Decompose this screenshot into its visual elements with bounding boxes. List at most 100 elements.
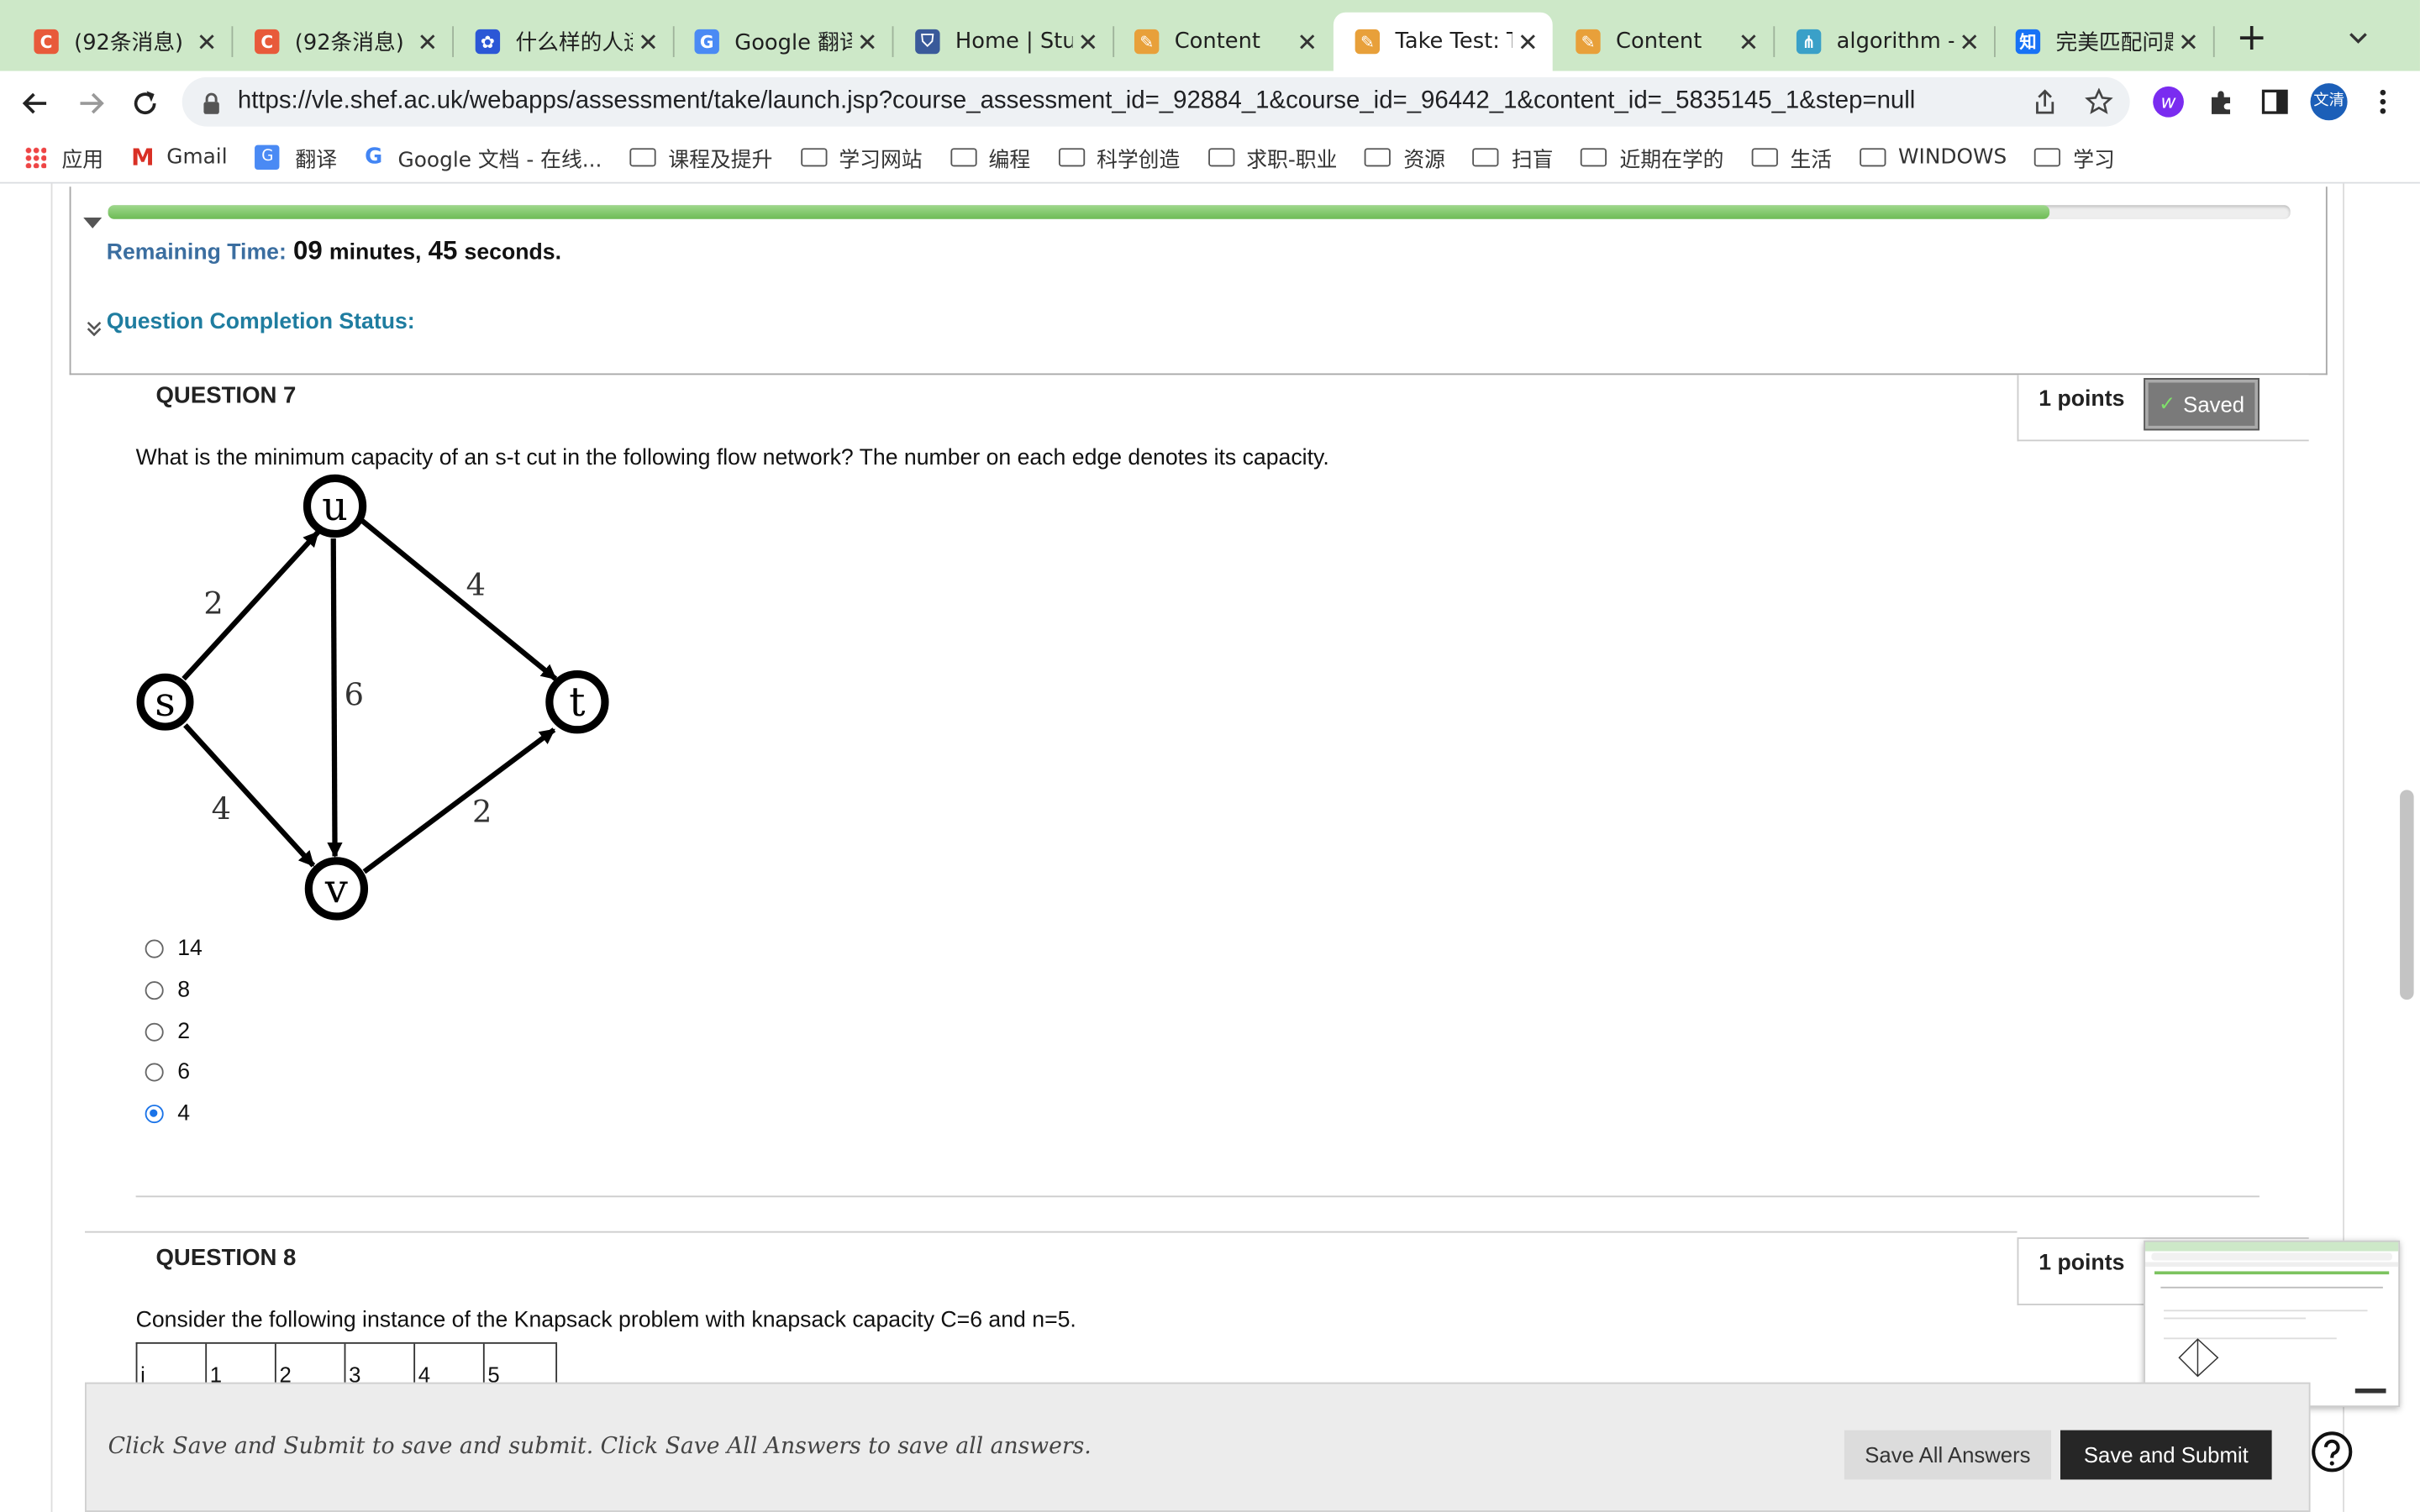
new-tab-button[interactable]: + [2233, 18, 2270, 55]
radio-button[interactable] [145, 1022, 164, 1042]
address-bar[interactable]: https://vle.shef.ac.uk/webapps/assessmen… [182, 76, 2130, 127]
close-tab-icon[interactable]: ✕ [2173, 27, 2204, 56]
extensions-puzzle-icon[interactable] [2207, 87, 2238, 118]
timer-progress-fill [108, 205, 2050, 219]
bookmark-label: Google 文档 - 在线... [397, 148, 602, 173]
radio-button[interactable] [145, 1063, 164, 1082]
answer-option-label: 6 [177, 1059, 191, 1085]
answer-option[interactable]: 6 [145, 1060, 190, 1084]
bookmark-item[interactable]: WINDOWS [1860, 145, 2007, 170]
table-header-cell: 2 [276, 1343, 346, 1388]
table-header-cell: 5 [485, 1343, 558, 1388]
bookmark-item[interactable]: 应用 [24, 142, 103, 173]
close-tab-icon[interactable]: ✕ [1512, 27, 1544, 56]
folder-icon [950, 148, 976, 167]
edge-label-s-u: 2 [203, 585, 223, 622]
timer-panel: Remaining Time: 09 minutes, 45 seconds. … [69, 186, 2328, 375]
reload-icon[interactable] [128, 87, 161, 120]
back-icon[interactable] [18, 87, 52, 120]
lock-icon[interactable] [203, 91, 221, 114]
scrollbar-thumb[interactable] [2400, 790, 2414, 1000]
tab-title: Content [1616, 29, 1702, 55]
close-tab-icon[interactable]: ✕ [1073, 27, 1104, 56]
answer-option-label: 14 [177, 936, 203, 962]
bookmark-star-icon[interactable] [2085, 87, 2113, 116]
tab-6[interactable]: ✎ Content ✕ [1113, 13, 1332, 71]
close-tab-icon[interactable]: ✕ [852, 27, 883, 56]
bookmark-item[interactable]: 学习 [2034, 142, 2115, 173]
answer-option[interactable]: 14 [145, 937, 203, 961]
question-7-points-box: 1 points ✓ Saved [2017, 375, 2309, 442]
folder-icon [1365, 148, 1392, 167]
close-tab-icon[interactable]: ✕ [192, 27, 223, 56]
bookmark-item[interactable]: M Gmail [131, 144, 227, 171]
tab-10[interactable]: 知完美匹配问题 ✕ [1994, 13, 2215, 71]
side-panel-icon[interactable] [2261, 88, 2289, 116]
google-translate-icon: G [255, 144, 281, 171]
edge-v-t [362, 727, 556, 874]
bookmark-item[interactable]: G 翻译 [255, 142, 337, 173]
tab-8[interactable]: ✎ Content ✕ [1555, 13, 1776, 71]
bookmark-item[interactable]: 扫盲 [1473, 142, 1554, 173]
save-all-answers-button[interactable]: Save All Answers [1844, 1430, 2051, 1480]
save-and-submit-button[interactable]: Save and Submit [2060, 1430, 2272, 1480]
bookmark-item[interactable]: 学习网站 [800, 142, 923, 173]
bookmark-item[interactable]: 求职-职业 [1207, 142, 1337, 173]
forward-icon[interactable] [74, 87, 108, 120]
tab-search-chevron-icon[interactable] [2343, 22, 2374, 53]
tab-7[interactable]: ✎ Take Test: T ✕ [1333, 12, 1553, 71]
bookmark-item[interactable]: 资源 [1365, 142, 1445, 173]
question-completion-status-link[interactable]: Question Completion Status: [107, 310, 415, 334]
tab-4[interactable]: G Google 翻译 ✕ [673, 13, 894, 71]
folder-icon [1860, 148, 1886, 167]
tab-5[interactable]: ⛉ Home | Stud✕ [893, 13, 1115, 71]
pencil-icon: ✎ [1134, 29, 1160, 55]
radio-button[interactable] [145, 939, 164, 958]
tab-3[interactable]: ✿ 什么样的人运 ✕ [454, 13, 675, 71]
edge-s-v [183, 723, 316, 868]
answer-option[interactable]: 4 [145, 1101, 190, 1126]
close-tab-icon[interactable]: ✕ [633, 27, 664, 56]
bookmark-item[interactable]: 近期在学的 [1581, 142, 1723, 173]
share-icon[interactable] [2031, 88, 2059, 116]
extension-purple-icon[interactable]: w [2153, 86, 2184, 118]
folder-icon [1581, 148, 1607, 167]
answer-option[interactable]: 2 [145, 1020, 190, 1044]
profile-avatar[interactable]: 文清 [2310, 83, 2348, 121]
pencil-icon: ✎ [1355, 29, 1381, 55]
timer-progress-track [108, 205, 2291, 219]
url-text[interactable]: https://vle.shef.ac.uk/webapps/assessmen… [238, 88, 1915, 116]
submit-footer: Click Save and Submit to save and submit… [85, 1382, 2311, 1512]
bookmark-item[interactable]: 生活 [1751, 142, 1832, 173]
question-8-points: 1 points [2039, 1251, 2125, 1276]
question-divider [135, 1195, 2260, 1198]
radio-button[interactable] [145, 1105, 164, 1124]
close-tab-icon[interactable]: ✕ [1954, 27, 1985, 56]
radio-button[interactable] [145, 981, 164, 1000]
bookmark-label: 翻译 [295, 148, 338, 173]
answer-option[interactable]: 8 [145, 978, 191, 1003]
edge-u-t [359, 517, 558, 681]
tab-2[interactable]: C (92条消息) · ✕ [233, 13, 454, 71]
close-tab-icon[interactable]: ✕ [412, 27, 443, 56]
expand-chevron-icon[interactable] [87, 315, 102, 337]
tab-title: algorithm - [1836, 29, 1954, 55]
tab-1[interactable]: C (92条消息) ✕ [13, 13, 234, 71]
bookmark-label: 编程 [988, 148, 1031, 173]
help-icon[interactable] [2311, 1431, 2354, 1473]
table-header-cell: 1 [207, 1343, 276, 1388]
answer-option-label: 8 [177, 978, 191, 1003]
bookmark-item[interactable]: 科学创造 [1058, 142, 1180, 173]
bookmark-item[interactable]: 编程 [950, 142, 1031, 173]
menu-kebab-icon[interactable] [2369, 87, 2396, 118]
tab-9[interactable]: ⋔ algorithm - ✕ [1775, 13, 1996, 71]
bookmark-item[interactable]: 课程及提升 [629, 142, 772, 173]
answer-option-label: 2 [177, 1020, 191, 1045]
collapse-triangle-icon[interactable] [83, 208, 103, 228]
timer-minutes: 09 [293, 236, 323, 265]
close-tab-icon[interactable]: ✕ [1292, 27, 1323, 56]
edge-label-v-t: 2 [472, 794, 492, 830]
bookmark-item[interactable]: G Google 文档 - 在线... [365, 142, 602, 173]
node-u-label: u [322, 484, 348, 530]
close-tab-icon[interactable]: ✕ [1733, 27, 1765, 56]
